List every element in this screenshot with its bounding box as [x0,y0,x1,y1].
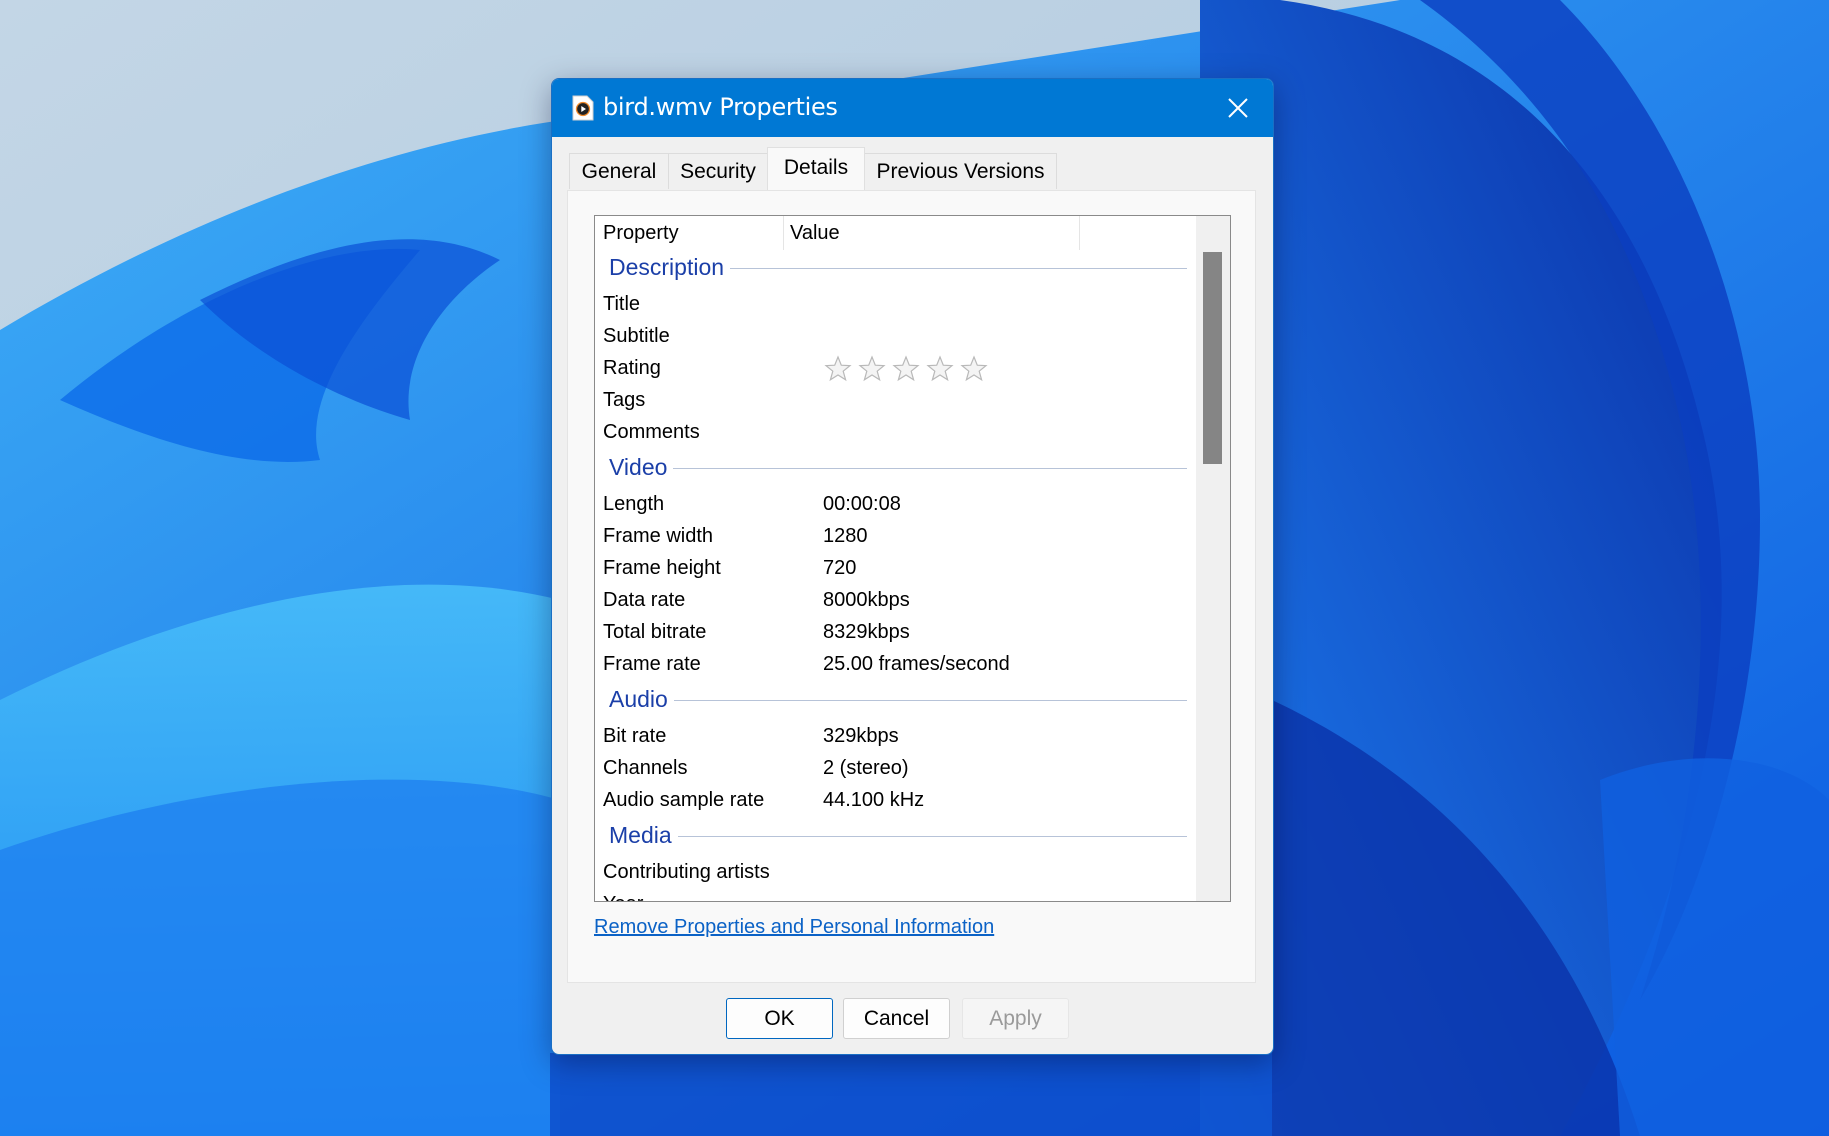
property-row[interactable]: Year [595,890,1195,901]
scrollbar-thumb[interactable] [1203,252,1222,464]
property-label: Tags [603,389,646,411]
remove-properties-link[interactable]: Remove Properties and Personal Informati… [594,916,994,939]
property-label: Length [603,493,665,515]
tab-details[interactable]: Details [767,147,865,190]
close-icon [1228,98,1248,118]
star-icon[interactable] [857,354,887,384]
property-label: Rating [603,357,661,379]
star-icon[interactable] [925,354,955,384]
group-header-description[interactable]: Description [595,250,1195,290]
group-divider [609,468,1187,469]
property-value[interactable]: 720 [823,557,856,580]
property-row[interactable]: Audio sample rate 44.100 kHz [595,786,1195,818]
property-row[interactable]: Total bitrate 8329kbps [595,618,1195,650]
column-header-label: Property [603,221,679,244]
property-row[interactable]: Frame width 1280 [595,522,1195,554]
apply-button[interactable]: Apply [962,998,1069,1039]
property-row[interactable]: Contributing artists [595,858,1195,890]
property-row[interactable]: Rating [595,354,1195,386]
star-icon[interactable] [823,354,853,384]
property-label: Bit rate [603,725,667,747]
property-row[interactable]: Title [595,290,1195,322]
tab-label: Security [680,159,756,183]
property-label: Comments [603,421,700,443]
rating-stars[interactable] [823,354,989,384]
properties-list[interactable]: Property Value Description Title Subtitle R… [594,215,1231,902]
property-row[interactable]: Tags [595,386,1195,418]
column-separator[interactable] [1079,216,1080,250]
property-value[interactable]: 329kbps [823,725,899,748]
column-header-property[interactable]: Property [595,216,783,250]
property-value[interactable]: 8000kbps [823,589,910,612]
property-label: Title [603,293,641,315]
close-button[interactable] [1203,79,1273,137]
dialog-title: bird.wmv Properties [603,93,838,121]
property-label: Total bitrate [603,621,707,643]
property-label: Contributing artists [603,861,770,883]
tab-label: Details [783,156,849,179]
property-label: Audio sample rate [603,789,765,811]
tab-security[interactable]: Security [668,153,768,189]
property-row[interactable]: Length 00:00:08 [595,490,1195,522]
property-row[interactable]: Channels 2 (stereo) [595,754,1195,786]
property-label: Frame height [603,557,721,579]
property-value[interactable]: 1280 [823,525,868,548]
ok-button[interactable]: OK [726,998,833,1039]
group-heading: Description [609,254,731,281]
property-label: Subtitle [603,325,670,347]
tab-label: Previous Versions [876,159,1045,183]
column-header-label: Value [790,221,840,244]
details-panel: Property Value Description Title Subtitle R… [567,190,1256,983]
group-header-audio[interactable]: Audio [595,682,1195,722]
property-value[interactable]: 44.100 kHz [823,789,924,812]
tab-general[interactable]: General [569,153,669,189]
group-header-video[interactable]: Video [595,450,1195,490]
group-divider [609,700,1187,701]
cancel-button[interactable]: Cancel [843,998,950,1039]
title-bar[interactable]: bird.wmv Properties [552,79,1273,137]
group-heading: Video [609,454,674,481]
property-row[interactable]: Data rate 8000kbps [595,586,1195,618]
tab-label: General [581,159,657,183]
property-value[interactable]: 8329kbps [823,621,910,644]
property-label: Frame width [603,525,714,547]
property-label: Channels [603,757,688,779]
property-row[interactable]: Frame rate 25.00 frames/second [595,650,1195,682]
media-file-icon [572,95,594,121]
star-icon[interactable] [891,354,921,384]
property-row[interactable]: Frame height 720 [595,554,1195,586]
property-value[interactable]: 00:00:08 [823,493,901,516]
property-row[interactable]: Subtitle [595,322,1195,354]
property-row[interactable]: Comments [595,418,1195,450]
property-row[interactable]: Bit rate 329kbps [595,722,1195,754]
property-value[interactable]: 25.00 frames/second [823,653,1010,676]
properties-dialog: bird.wmv Properties General Security Det… [551,78,1274,1055]
star-icon[interactable] [959,354,989,384]
properties-rows: Description Title Subtitle Rating Tags Commen… [595,250,1195,901]
list-header: Property Value [595,216,1195,250]
property-label: Data rate [603,589,686,611]
group-heading: Audio [609,686,674,713]
group-heading: Media [609,822,678,849]
property-label: Year [603,893,643,901]
group-header-media[interactable]: Media [595,818,1195,858]
group-divider [609,836,1187,837]
vertical-scrollbar[interactable] [1196,216,1230,901]
property-value[interactable]: 2 (stereo) [823,757,909,780]
property-label: Frame rate [603,653,701,675]
tab-previous-versions[interactable]: Previous Versions [864,153,1057,189]
column-header-value[interactable]: Value [783,216,1079,250]
